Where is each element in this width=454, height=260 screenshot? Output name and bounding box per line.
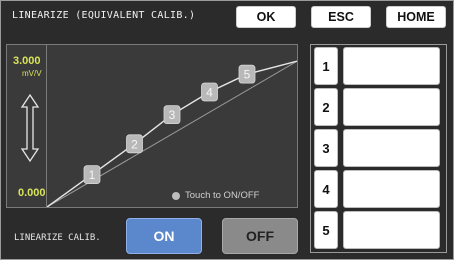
reference-line [47, 60, 297, 207]
touch-hint: Touch to ON/OFF [172, 190, 259, 201]
linearization-plot[interactable]: 1 2 3 4 5 [47, 45, 297, 207]
off-button[interactable]: OFF [222, 218, 298, 254]
point-value-field-1[interactable] [343, 47, 440, 85]
point-marker-2[interactable]: 2 [126, 134, 143, 154]
linearize-calib-label: LINEARIZE CALIB. [14, 233, 101, 243]
esc-button[interactable]: ESC [311, 6, 371, 28]
point-marker-3[interactable]: 3 [163, 105, 181, 125]
y-axis-unit: mV/V [22, 69, 42, 78]
point-number-5[interactable]: 5 [314, 211, 338, 249]
point-marker-5[interactable]: 5 [238, 64, 256, 84]
ok-button[interactable]: OK [236, 6, 296, 28]
y-axis-min-value: 0.000 [18, 187, 46, 199]
point-marker-label: 4 [206, 85, 213, 99]
home-button[interactable]: HOME [386, 6, 446, 28]
point-number-1[interactable]: 1 [314, 47, 338, 85]
point-value-field-4[interactable] [343, 170, 440, 208]
point-marker-label: 3 [169, 108, 176, 122]
point-value-field-2[interactable] [343, 88, 440, 126]
vertical-double-arrow-icon [20, 93, 40, 163]
point-marker-1[interactable]: 1 [83, 165, 101, 184]
page-title: LINEARIZE (EQUIVALENT CALIB.) [12, 10, 196, 21]
point-number-4[interactable]: 4 [314, 170, 338, 208]
point-number-2[interactable]: 2 [314, 88, 338, 126]
point-value-field-3[interactable] [343, 129, 440, 167]
touch-hint-text: Touch to ON/OFF [185, 190, 260, 201]
point-marker-label: 5 [244, 68, 251, 82]
y-axis-max-value: 3.000 [13, 55, 41, 67]
point-value-field-5[interactable] [343, 211, 440, 249]
point-marker-label: 2 [131, 137, 138, 151]
point-marker-label: 1 [89, 168, 96, 182]
on-button[interactable]: ON [126, 218, 202, 254]
point-number-3[interactable]: 3 [314, 129, 338, 167]
point-marker-4[interactable]: 4 [201, 82, 218, 102]
touch-dot-icon [172, 191, 180, 200]
